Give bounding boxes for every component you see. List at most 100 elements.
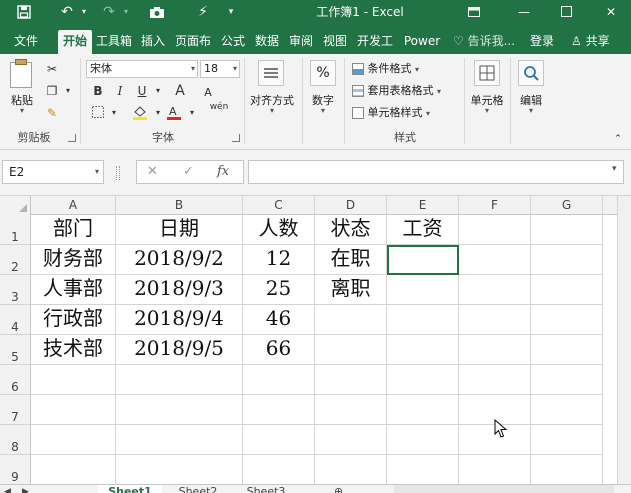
tab-formulas[interactable]: 公式 xyxy=(218,30,248,54)
cell-e1[interactable]: 工资 xyxy=(387,215,459,245)
cell-a1[interactable]: 部门 xyxy=(31,215,116,245)
tab-file[interactable]: 文件 xyxy=(6,30,46,54)
row-header-9[interactable]: 9 xyxy=(0,455,31,484)
column-header-d[interactable]: D xyxy=(315,196,387,215)
sheet-tab-sheet1[interactable]: Sheet1 xyxy=(98,485,162,493)
format-as-table-button[interactable]: 套用表格格式 ▾ xyxy=(352,82,462,100)
cell-e9[interactable] xyxy=(387,455,459,484)
cell-a2[interactable]: 财务部 xyxy=(31,245,116,275)
cell-e4[interactable] xyxy=(387,305,459,335)
cell-b9[interactable] xyxy=(116,455,243,484)
camera-icon[interactable] xyxy=(146,0,168,24)
cell-b4[interactable]: 2018/9/4 xyxy=(116,305,243,335)
phonetic-guide-button[interactable]: wén xyxy=(208,102,230,116)
font-name-combo[interactable]: 宋体 ▾ xyxy=(86,60,198,78)
cell-b5[interactable]: 2018/9/5 xyxy=(116,335,243,365)
row-header-6[interactable]: 6 xyxy=(0,365,31,395)
cell-b3[interactable]: 2018/9/3 xyxy=(116,275,243,305)
copy-dropdown-icon[interactable]: ▾ xyxy=(60,84,76,98)
collapse-ribbon-icon[interactable]: ⌃ xyxy=(612,134,624,144)
number-dropdown-icon[interactable]: ▾ xyxy=(306,106,340,115)
cell-f2[interactable] xyxy=(459,245,531,275)
cell-a4[interactable]: 行政部 xyxy=(31,305,116,335)
underline-dropdown-icon[interactable]: ▾ xyxy=(150,84,166,98)
cell-d8[interactable] xyxy=(315,425,387,455)
cell-a3[interactable]: 人事部 xyxy=(31,275,116,305)
cell-a5[interactable]: 技术部 xyxy=(31,335,116,365)
cell-e6[interactable] xyxy=(387,365,459,395)
tab-data[interactable]: 数据 xyxy=(252,30,282,54)
percent-icon[interactable]: % xyxy=(310,60,336,86)
cell-f5[interactable] xyxy=(459,335,531,365)
column-header-g[interactable]: G xyxy=(531,196,603,215)
cell-b2[interactable]: 2018/9/2 xyxy=(116,245,243,275)
sheet-tab-sheet2[interactable]: Sheet2 xyxy=(166,485,230,493)
cell-e7[interactable] xyxy=(387,395,459,425)
cell-f1[interactable] xyxy=(459,215,531,245)
scroll-right-icon[interactable]: ▶ xyxy=(22,485,40,493)
cell-d2[interactable]: 在职 xyxy=(315,245,387,275)
fill-color-dropdown-icon[interactable]: ▾ xyxy=(150,106,166,120)
cell-g2[interactable] xyxy=(531,245,603,275)
bold-button[interactable]: B xyxy=(90,84,106,98)
ribbon-display-options-icon[interactable] xyxy=(460,0,488,24)
redo-icon[interactable]: ↷ xyxy=(98,0,120,24)
name-box[interactable]: E2 ▾ xyxy=(2,160,104,184)
row-header-2[interactable]: 2 xyxy=(0,245,31,275)
tab-developer[interactable]: 开发工 xyxy=(354,30,396,54)
cell-d4[interactable] xyxy=(315,305,387,335)
font-launcher-icon[interactable] xyxy=(232,134,240,142)
cell-b8[interactable] xyxy=(116,425,243,455)
italic-button[interactable]: I xyxy=(112,84,128,98)
column-header-a[interactable]: A xyxy=(31,196,116,215)
column-header-e[interactable]: E xyxy=(387,196,459,215)
copy-icon[interactable]: ❐ xyxy=(44,84,60,98)
cell-d6[interactable] xyxy=(315,365,387,395)
cells-dropdown-icon[interactable]: ▾ xyxy=(466,106,508,115)
horizontal-scrollbar[interactable] xyxy=(394,485,614,493)
row-header-3[interactable]: 3 xyxy=(0,275,31,305)
cell-f9[interactable] xyxy=(459,455,531,484)
cell-f4[interactable] xyxy=(459,305,531,335)
cell-c5[interactable]: 66 xyxy=(243,335,315,365)
cell-c6[interactable] xyxy=(243,365,315,395)
vertical-scrollbar[interactable] xyxy=(617,196,631,484)
cell-c1[interactable]: 人数 xyxy=(243,215,315,245)
shrink-font-button[interactable]: A xyxy=(200,86,216,100)
cell-g7[interactable] xyxy=(531,395,603,425)
cell-c2[interactable]: 12 xyxy=(243,245,315,275)
cell-f3[interactable] xyxy=(459,275,531,305)
close-icon[interactable]: ✕ xyxy=(597,0,625,24)
cell-c8[interactable] xyxy=(243,425,315,455)
conditional-formatting-button[interactable]: 条件格式 ▾ xyxy=(352,60,456,78)
font-color-dropdown-icon[interactable]: ▾ xyxy=(184,106,200,120)
tell-me-box[interactable]: ♡ 告诉我... xyxy=(453,30,515,52)
insert-function-icon[interactable]: fx xyxy=(217,161,229,183)
row-header-5[interactable]: 5 xyxy=(0,335,31,365)
tab-home[interactable]: 开始 xyxy=(58,30,92,54)
cell-d3[interactable]: 离职 xyxy=(315,275,387,305)
cell-g4[interactable] xyxy=(531,305,603,335)
undo-dropdown-icon[interactable]: ▾ xyxy=(78,0,90,24)
redo-dropdown-icon[interactable]: ▾ xyxy=(120,0,132,24)
editing-dropdown-icon[interactable]: ▾ xyxy=(512,106,550,115)
borders-dropdown-icon[interactable]: ▾ xyxy=(106,106,122,120)
fill-color-icon[interactable] xyxy=(132,104,148,120)
customize-quick-access-icon[interactable]: ▾ xyxy=(224,0,238,24)
cancel-icon[interactable]: ✕ xyxy=(147,161,158,183)
cell-b1[interactable]: 日期 xyxy=(116,215,243,245)
cell-g1[interactable] xyxy=(531,215,603,245)
grow-font-button[interactable]: A xyxy=(172,84,188,98)
format-painter-icon[interactable]: ✎ xyxy=(44,106,60,120)
cell-d7[interactable] xyxy=(315,395,387,425)
cell-d1[interactable]: 状态 xyxy=(315,215,387,245)
minimize-icon[interactable]: — xyxy=(510,0,538,24)
alignment-icon[interactable] xyxy=(258,60,284,86)
cell-b7[interactable] xyxy=(116,395,243,425)
select-all-button[interactable] xyxy=(0,196,31,215)
tab-toolbox[interactable]: 工具箱 xyxy=(94,30,134,54)
cell-e2[interactable] xyxy=(387,245,459,275)
cell-c4[interactable]: 46 xyxy=(243,305,315,335)
cell-g3[interactable] xyxy=(531,275,603,305)
login-link[interactable]: 登录 xyxy=(530,30,554,52)
